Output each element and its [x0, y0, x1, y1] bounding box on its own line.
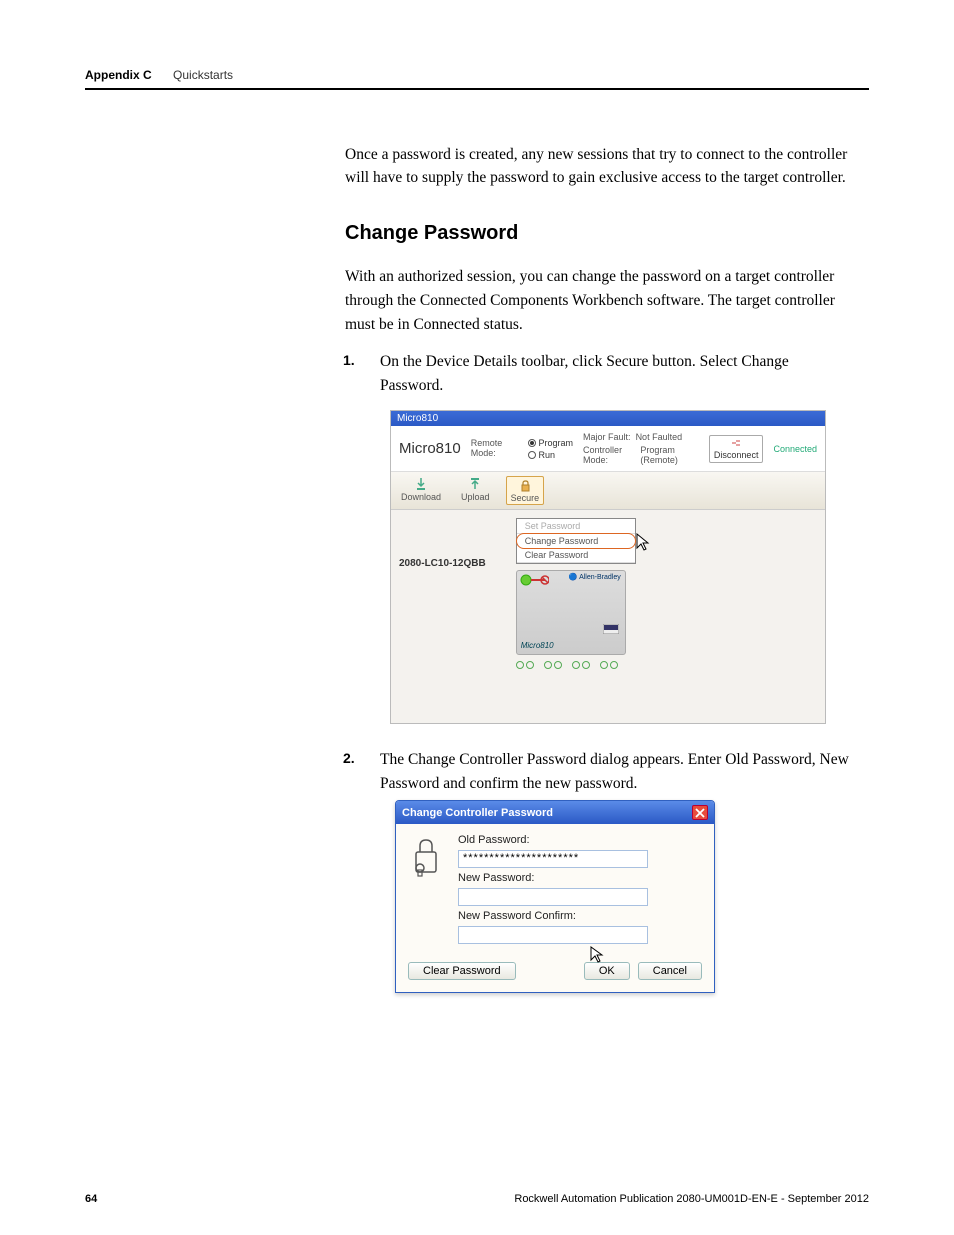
lock-key-icon — [408, 834, 444, 878]
header-rule — [85, 88, 869, 90]
radio-program[interactable]: Program — [528, 438, 574, 448]
upload-button[interactable]: Upload — [457, 476, 494, 505]
section-label: Quickstarts — [173, 68, 233, 82]
appendix-label: Appendix C — [85, 68, 152, 82]
status-led-icon — [519, 573, 549, 587]
step-1: 1. On the Device Details toolbar, click … — [365, 350, 855, 398]
terminal-icon — [603, 624, 619, 634]
controller-mode-label: Controller Mode: — [583, 445, 635, 465]
page-footer: 64 Rockwell Automation Publication 2080-… — [85, 1193, 869, 1205]
major-fault-label: Major Fault: — [583, 432, 631, 442]
major-fault-value: Not Faulted — [636, 432, 683, 442]
cursor-icon — [590, 946, 604, 964]
radio-dot-icon — [528, 439, 536, 447]
disconnect-button[interactable]: Disconnect — [709, 435, 764, 463]
menu-set-password: Set Password — [517, 519, 635, 534]
device-header: Micro810 Remote Mode: Program Run Major … — [391, 426, 825, 472]
cursor-icon — [636, 533, 652, 553]
step-2-num: 2. — [343, 750, 355, 766]
clear-password-button[interactable]: Clear Password — [408, 962, 516, 980]
ok-button[interactable]: OK — [584, 962, 630, 980]
old-password-input[interactable]: ********************** — [458, 850, 648, 868]
running-header: Appendix C Quickstarts — [85, 68, 869, 82]
menu-clear-password[interactable]: Clear Password — [517, 548, 635, 563]
device-toolbar: Download Upload Secure — [391, 472, 825, 510]
change-password-heading: Change Password — [345, 222, 518, 245]
menu-change-password[interactable]: Change Password — [516, 533, 636, 549]
change-password-desc: With an authorized session, you can chan… — [345, 265, 855, 337]
change-password-dialog: Change Controller Password Old Password:… — [395, 800, 715, 993]
close-button[interactable] — [692, 805, 708, 820]
device-details-screenshot: Micro810 Micro810 Remote Mode: Program R… — [390, 410, 826, 724]
dialog-title: Change Controller Password — [402, 807, 553, 819]
step-2: 2. The Change Controller Password dialog… — [365, 748, 855, 796]
secure-button[interactable]: Secure — [506, 476, 545, 505]
new-password-input[interactable] — [458, 888, 648, 906]
catalog-number: 2080-LC10-12QBB — [399, 518, 486, 669]
radio-run[interactable]: Run — [528, 450, 574, 460]
download-icon — [414, 477, 428, 491]
close-icon — [695, 808, 705, 818]
cancel-button[interactable]: Cancel — [638, 962, 702, 980]
secure-dropdown-menu: Set Password Change Password Clear Passw… — [516, 518, 636, 564]
plug-icon — [730, 438, 742, 448]
step-2-text: The Change Controller Password dialog ap… — [365, 748, 855, 796]
download-button[interactable]: Download — [397, 476, 445, 505]
step-1-num: 1. — [343, 352, 355, 368]
brand-label: 🔵 Allen-Bradley — [569, 573, 621, 581]
publication-info: Rockwell Automation Publication 2080-UM0… — [514, 1193, 869, 1205]
dialog-titlebar: Change Controller Password — [396, 801, 714, 824]
upload-icon — [468, 477, 482, 491]
device-name: Micro810 — [399, 440, 461, 457]
lock-icon — [518, 478, 532, 492]
connected-status: Connected — [773, 444, 817, 454]
page-number: 64 — [85, 1193, 97, 1205]
io-indicators — [516, 661, 636, 669]
radio-dot-icon — [528, 451, 536, 459]
tab-micro810[interactable]: Micro810 — [391, 411, 825, 426]
device-image-label: Micro810 — [521, 641, 554, 650]
controller-mode-value: Program (Remote) — [640, 445, 699, 465]
remote-mode-label: Remote Mode: — [471, 439, 518, 459]
device-image-panel: 🔵 Allen-Bradley Micro810 — [516, 570, 636, 669]
confirm-password-label: New Password Confirm: — [458, 910, 702, 922]
confirm-password-input[interactable] — [458, 926, 648, 944]
intro-paragraph: Once a password is created, any new sess… — [345, 143, 855, 190]
old-password-label: Old Password: — [458, 834, 702, 846]
step-1-text: On the Device Details toolbar, click Sec… — [365, 350, 855, 398]
new-password-label: New Password: — [458, 872, 702, 884]
